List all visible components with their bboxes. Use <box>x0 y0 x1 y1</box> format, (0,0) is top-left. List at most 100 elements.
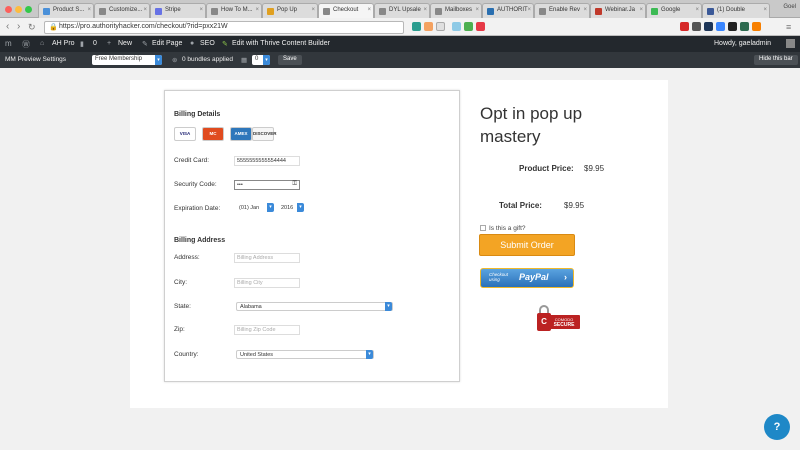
expiration-year-select[interactable]: 2016 ▾ <box>278 203 304 213</box>
close-tab-icon[interactable]: × <box>311 7 315 13</box>
new-menu[interactable]: New <box>118 40 132 47</box>
mm-preview-label: MM Preview Settings <box>5 56 67 63</box>
credit-card-label: Credit Card: <box>174 157 210 164</box>
extension-icon[interactable] <box>680 22 689 31</box>
browser-tab[interactable]: Webinar.Ja × <box>590 3 646 18</box>
seo-menu[interactable]: SEO <box>200 40 215 47</box>
credit-card-input[interactable]: 5555555555554444 <box>234 156 300 166</box>
close-tab-icon[interactable]: × <box>527 7 531 13</box>
state-label: State: <box>174 303 191 310</box>
profile-name[interactable]: Goel <box>783 4 796 10</box>
day-select[interactable]: 0 ▾ <box>252 55 270 65</box>
tab-favicon-icon <box>267 8 274 15</box>
page-content: Billing Details VISA MC AMEX DISCOVER Cr… <box>0 68 800 450</box>
close-tab-icon[interactable]: × <box>763 7 767 13</box>
close-tab-icon[interactable]: × <box>87 7 91 13</box>
rss-icon[interactable] <box>424 22 433 31</box>
url-bar[interactable]: 🔒 https://pro.authorityhacker.com/checko… <box>44 21 404 34</box>
close-tab-icon[interactable]: × <box>423 7 427 13</box>
expiration-label: Expiration Date: <box>174 205 221 212</box>
browser-tab[interactable]: AUTHORIT × <box>482 3 534 18</box>
browser-tab[interactable]: How To M... × <box>206 3 262 18</box>
paypal-logo: PayPal <box>519 272 549 282</box>
bookmark-star-icon[interactable] <box>436 22 445 31</box>
browser-tab[interactable]: DYL Upsale × <box>374 3 430 18</box>
home-icon: ⌂ <box>40 40 45 47</box>
tab-favicon-icon <box>379 8 386 15</box>
save-button[interactable]: Save <box>278 55 302 65</box>
comments-icon[interactable]: ▮ <box>80 40 84 48</box>
calendar-icon: ▦ <box>241 57 248 64</box>
zip-input[interactable]: Billing Zip Code <box>234 325 300 335</box>
country-select[interactable]: United States ▾ <box>236 350 374 359</box>
membership-select[interactable]: Free Membership ▾ <box>92 55 162 65</box>
amex-icon: AMEX <box>230 127 252 141</box>
browser-tab[interactable]: Pop Up × <box>262 3 318 18</box>
wp-admin-bar: m Ⓦ ⌂ AH Pro ▮ 0 + New ✎ Edit Page ● SEO… <box>0 36 800 52</box>
browser-tab[interactable]: Mailboxes × <box>430 3 482 18</box>
extension-icon[interactable] <box>716 22 725 31</box>
browser-tab[interactable]: Enable Rev × <box>534 3 590 18</box>
edit-page-link[interactable]: Edit Page <box>152 40 182 47</box>
close-tab-icon[interactable]: × <box>199 7 203 13</box>
seal-text: SECURE <box>553 322 575 328</box>
extension-icon[interactable] <box>412 22 421 31</box>
chevron-down-icon: ▾ <box>366 350 373 359</box>
comments-count[interactable]: 0 <box>93 40 97 47</box>
extension-icon[interactable] <box>692 22 701 31</box>
menu-icon[interactable]: m <box>5 39 12 48</box>
extension-icon[interactable] <box>752 22 761 31</box>
lock-icon: 🔒 <box>49 24 58 31</box>
state-select[interactable]: Alabama ▾ <box>236 302 393 311</box>
hide-bar-button[interactable]: Hide this bar <box>754 55 798 65</box>
extension-icon[interactable] <box>728 22 737 31</box>
tab-favicon-icon <box>539 8 546 15</box>
paypal-checkout-label: Checkout using <box>489 272 509 282</box>
submit-order-button[interactable]: Submit Order <box>479 234 575 256</box>
extension-icon[interactable] <box>476 22 485 31</box>
close-tab-icon[interactable]: × <box>255 7 259 13</box>
security-code-label: Security Code: <box>174 181 217 188</box>
city-input[interactable]: Billing City <box>234 278 300 288</box>
extension-icon[interactable] <box>452 22 461 31</box>
product-price-value: $9.95 <box>584 164 605 173</box>
close-tab-icon[interactable]: × <box>367 7 371 13</box>
forward-icon[interactable]: › <box>17 21 20 33</box>
close-tab-icon[interactable]: × <box>143 7 147 13</box>
close-tab-icon[interactable]: × <box>639 7 643 13</box>
expiration-month-select[interactable]: (01) Jan ▾ <box>236 203 274 213</box>
browser-tab[interactable]: Stripe × <box>150 3 206 18</box>
address-toolbar: ‹ › ↻ 🔒 https://pro.authorityhacker.com/… <box>0 18 800 36</box>
close-tab-icon[interactable]: × <box>583 7 587 13</box>
paypal-checkout-button[interactable]: Checkout using PayPal › <box>480 268 574 288</box>
avatar[interactable] <box>786 39 795 48</box>
browser-tab-active[interactable]: Checkout × <box>318 3 374 18</box>
site-name[interactable]: AH Pro <box>52 40 75 47</box>
howdy-user[interactable]: Howdy, gaeladmin <box>714 40 771 47</box>
browser-tab[interactable]: Google × <box>646 3 702 18</box>
browser-tab[interactable]: (1) Double × <box>702 3 770 18</box>
gift-checkbox[interactable]: Is this a gift? <box>480 225 526 232</box>
help-chat-button[interactable]: ? <box>764 414 790 440</box>
minimize-window-icon[interactable] <box>15 6 22 13</box>
seo-icon: ● <box>190 40 195 47</box>
thrive-edit-link[interactable]: Edit with Thrive Content Builder <box>232 40 330 47</box>
browser-tab[interactable]: Customize... × <box>94 3 150 18</box>
reload-icon[interactable]: ↻ <box>28 21 36 33</box>
checkbox-icon[interactable] <box>480 225 486 231</box>
back-icon[interactable]: ‹ <box>6 21 9 33</box>
wordpress-icon[interactable]: Ⓦ <box>22 39 30 50</box>
close-tab-icon[interactable]: × <box>695 7 699 13</box>
extension-icon[interactable] <box>464 22 473 31</box>
checkout-card: Billing Details VISA MC AMEX DISCOVER Cr… <box>130 80 668 408</box>
extension-icon[interactable] <box>740 22 749 31</box>
browser-tab[interactable]: Product S... × <box>38 3 94 18</box>
zip-label: Zip: <box>174 326 185 333</box>
close-window-icon[interactable] <box>5 6 12 13</box>
menu-icon[interactable]: ≡ <box>786 21 791 33</box>
security-code-input[interactable]: ••• ⚿ <box>234 180 300 190</box>
close-tab-icon[interactable]: × <box>475 7 479 13</box>
address-input[interactable]: Billing Address <box>234 253 300 263</box>
zoom-window-icon[interactable] <box>25 6 32 13</box>
extension-icon[interactable] <box>704 22 713 31</box>
